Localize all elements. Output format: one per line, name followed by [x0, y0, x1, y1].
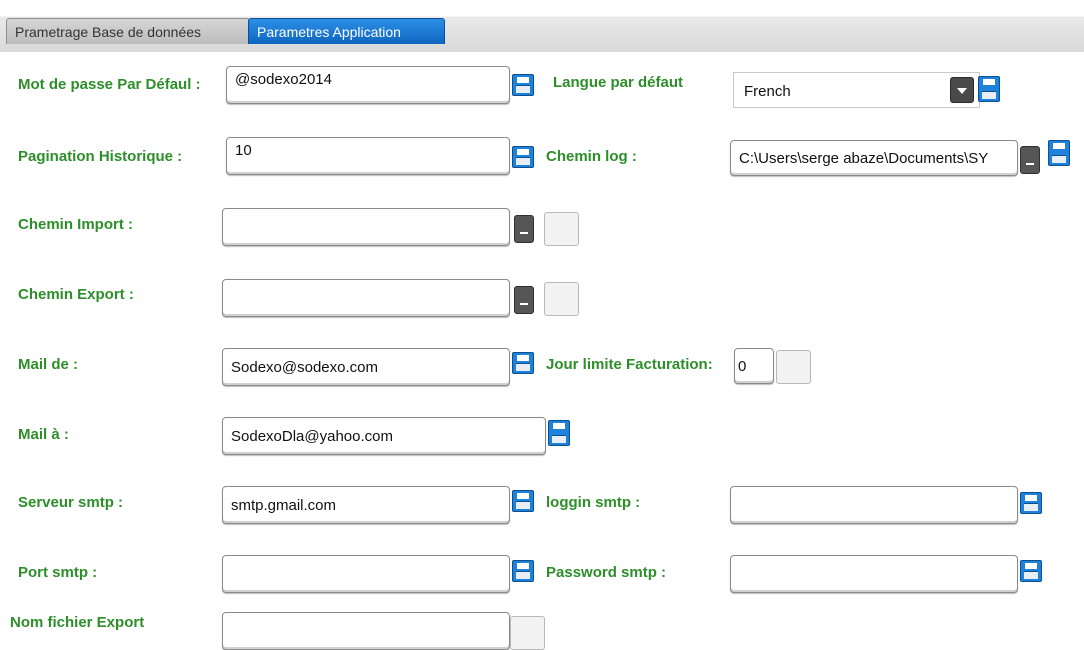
default-language-value: French	[744, 83, 791, 100]
log-path-label: Chemin log :	[546, 148, 637, 165]
smtp-login-label: loggin smtp :	[546, 494, 641, 511]
tab-application-settings[interactable]: Parametres Application	[248, 18, 445, 44]
history-pagination-input[interactable]	[226, 137, 510, 175]
export-filename-input[interactable]	[222, 612, 510, 650]
export-path-label: Chemin Export :	[18, 286, 134, 303]
mail-from-input[interactable]	[222, 348, 510, 386]
export-filename-label: Nom fichier Export	[10, 614, 145, 631]
smtp-server-input[interactable]	[222, 486, 510, 524]
log-path-input[interactable]	[730, 140, 1018, 176]
tab-database-settings[interactable]: Prametrage Base de données	[6, 18, 250, 44]
mail-to-input[interactable]	[222, 417, 546, 455]
billing-limit-day-label: Jour limite Facturation:	[546, 356, 713, 373]
browse-button[interactable]	[1020, 146, 1040, 174]
smtp-password-input[interactable]	[730, 555, 1018, 593]
billing-limit-day-input[interactable]	[734, 348, 774, 384]
export-path-input[interactable]	[222, 279, 510, 317]
tab-bar: Prametrage Base de données Parametres Ap…	[0, 0, 1084, 52]
save-icon[interactable]	[1020, 560, 1042, 582]
import-path-label: Chemin Import :	[18, 216, 133, 233]
default-password-label: Mot de passe Par Défaul :	[18, 76, 201, 93]
smtp-port-input[interactable]	[222, 555, 510, 593]
import-path-input[interactable]	[222, 208, 510, 246]
chevron-down-icon[interactable]	[950, 77, 974, 103]
mail-from-label: Mail de :	[18, 356, 79, 373]
save-icon[interactable]	[512, 352, 534, 374]
default-language-label: Langue par défaut	[553, 74, 684, 91]
save-icon[interactable]	[1020, 492, 1042, 514]
smtp-server-label: Serveur smtp :	[18, 494, 124, 511]
save-icon[interactable]	[978, 76, 1000, 102]
billing-limit-save-checkbox[interactable]	[776, 350, 811, 384]
default-password-input[interactable]	[226, 66, 510, 104]
save-icon[interactable]	[548, 420, 570, 446]
smtp-login-input[interactable]	[730, 486, 1018, 524]
history-pagination-label: Pagination Historique :	[18, 148, 183, 165]
browse-button[interactable]	[514, 215, 534, 243]
smtp-port-label: Port smtp :	[18, 564, 98, 581]
save-icon[interactable]	[512, 490, 534, 512]
save-icon[interactable]	[1048, 140, 1070, 166]
save-icon[interactable]	[512, 74, 534, 96]
browse-button[interactable]	[514, 286, 534, 314]
export-path-save-checkbox[interactable]	[544, 282, 579, 316]
import-path-save-checkbox[interactable]	[544, 212, 579, 246]
save-icon[interactable]	[512, 560, 534, 582]
default-language-dropdown[interactable]: French	[733, 72, 980, 108]
smtp-password-label: Password smtp :	[546, 564, 667, 581]
export-filename-save-checkbox[interactable]	[510, 616, 545, 650]
save-icon[interactable]	[512, 146, 534, 168]
mail-to-label: Mail à :	[18, 426, 69, 443]
